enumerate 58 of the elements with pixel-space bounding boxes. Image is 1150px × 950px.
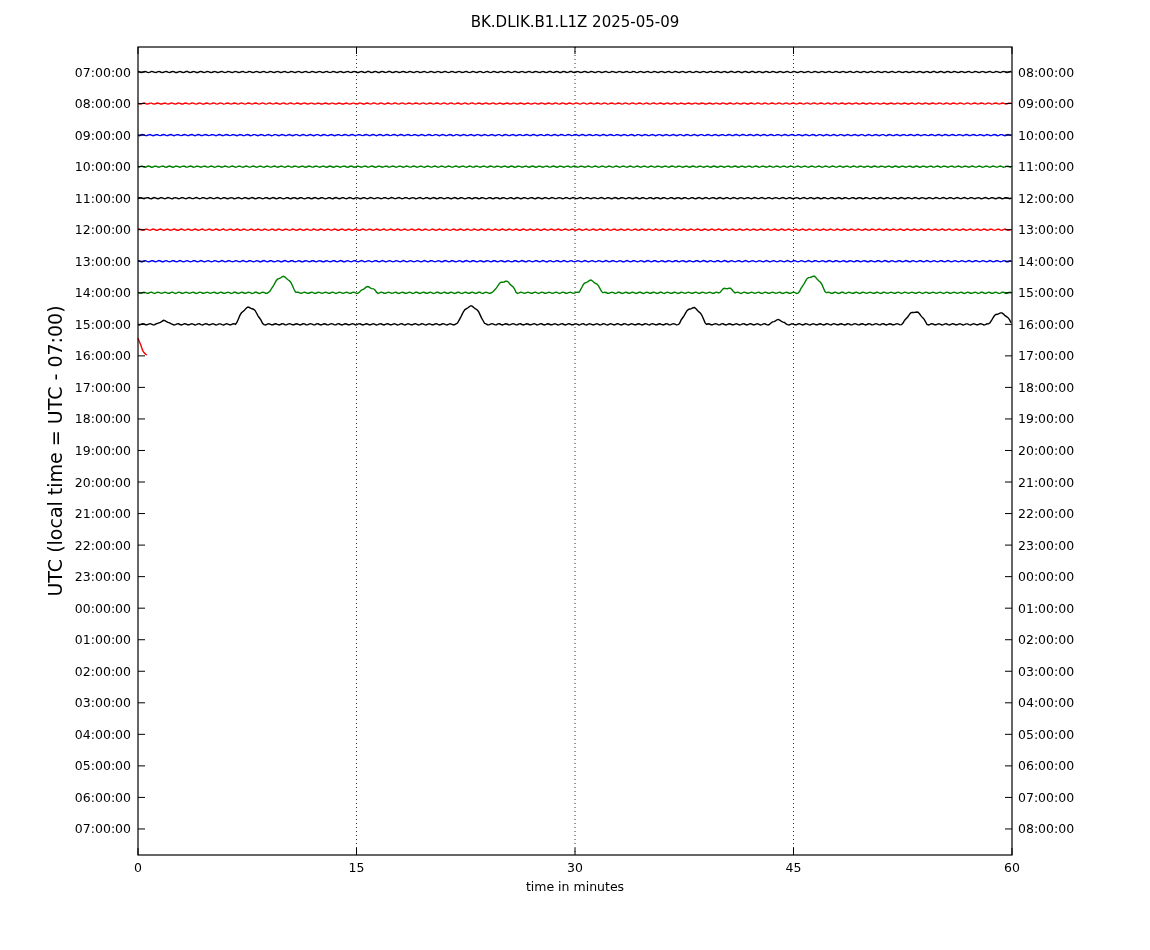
axis-tick-label: 11:00:00 xyxy=(1018,159,1075,175)
axis-tick-label: 06:00:00 xyxy=(74,789,131,805)
axis-tick-label: 21:00:00 xyxy=(74,506,131,522)
axis-tick-label: 08:00:00 xyxy=(1018,64,1075,80)
axis-tick-label: 01:00:00 xyxy=(74,632,131,648)
axis-tick-label: 03:00:00 xyxy=(1018,663,1075,679)
axis-tick-label: 04:00:00 xyxy=(1018,695,1075,711)
axis-tick-label: 45 xyxy=(785,860,802,875)
axis-tick-label: 09:00:00 xyxy=(74,127,131,143)
axis-tick-label: 06:00:00 xyxy=(1018,758,1075,774)
axis-tick-label: 0 xyxy=(134,860,142,875)
axis-tick-label: 05:00:00 xyxy=(1018,726,1075,742)
axis-tick-label: 07:00:00 xyxy=(74,821,131,837)
axis-tick-label: 05:00:00 xyxy=(74,758,131,774)
axis-tick-label: 08:00:00 xyxy=(1018,821,1075,837)
axis-tick-label: 08:00:00 xyxy=(74,96,131,112)
y-axis-label: UTC (local time = UTC - 07:00) xyxy=(44,305,66,597)
axis-tick-label: 18:00:00 xyxy=(74,411,131,427)
axis-tick-label: 19:00:00 xyxy=(1018,411,1075,427)
axis-tick-label: 16:00:00 xyxy=(1018,316,1075,332)
chart-title: BK.DLIK.B1.L1Z 2025-05-09 xyxy=(470,13,680,31)
axis-tick-label: 15:00:00 xyxy=(1018,285,1075,301)
axis-tick-label: 04:00:00 xyxy=(74,726,131,742)
axis-tick-label: 03:00:00 xyxy=(74,695,131,711)
axis-tick-label: 02:00:00 xyxy=(74,663,131,679)
axis-tick-label: 20:00:00 xyxy=(1018,443,1075,458)
axis-tick-label: 14:00:00 xyxy=(74,285,131,301)
axis-tick-label: 12:00:00 xyxy=(74,222,131,238)
x-axis-label: time in minutes xyxy=(525,879,625,894)
axis-tick-label: 30 xyxy=(567,860,583,875)
axis-tick-label: 10:00:00 xyxy=(74,159,131,175)
axis-tick-label: 23:00:00 xyxy=(1018,537,1075,553)
axis-tick-label: 07:00:00 xyxy=(74,64,131,80)
axis-tick-label: 07:00:00 xyxy=(1018,789,1075,805)
axis-tick-label: 22:00:00 xyxy=(74,537,131,553)
axis-tick-label: 01:00:00 xyxy=(1018,600,1075,616)
axis-tick-label: 13:00:00 xyxy=(1018,222,1075,238)
axis-tick-label: 00:00:00 xyxy=(1018,569,1075,585)
axis-tick-label: 17:00:00 xyxy=(1018,348,1075,364)
axis-tick-label: 17:00:00 xyxy=(74,379,131,395)
axis-tick-label: 13:00:00 xyxy=(74,253,131,269)
axis-tick-label: 12:00:00 xyxy=(1018,190,1075,206)
axis-tick-label: 20:00:00 xyxy=(74,474,131,490)
axis-tick-label: 09:00:00 xyxy=(1018,96,1075,112)
axis-tick-label: 60 xyxy=(1004,860,1020,875)
axis-tick-label: 23:00:00 xyxy=(74,569,131,585)
axis-tick-label: 15 xyxy=(348,860,365,875)
axis-tick-label: 22:00:00 xyxy=(1018,506,1075,522)
axis-tick-label: 21:00:00 xyxy=(1018,474,1075,490)
axis-tick-label: 14:00:00 xyxy=(1018,253,1075,269)
axis-tick-label: 11:00:00 xyxy=(74,190,131,206)
axis-tick-label: 18:00:00 xyxy=(1018,379,1075,395)
axis-tick-label: 16:00:00 xyxy=(74,348,131,364)
axis-tick-label: 19:00:00 xyxy=(74,443,131,458)
axis-tick-label: 10:00:00 xyxy=(1018,127,1075,143)
axis-tick-label: 00:00:00 xyxy=(74,600,131,616)
axis-tick-label: 15:00:00 xyxy=(74,316,131,332)
axis-tick-label: 02:00:00 xyxy=(1018,632,1075,648)
